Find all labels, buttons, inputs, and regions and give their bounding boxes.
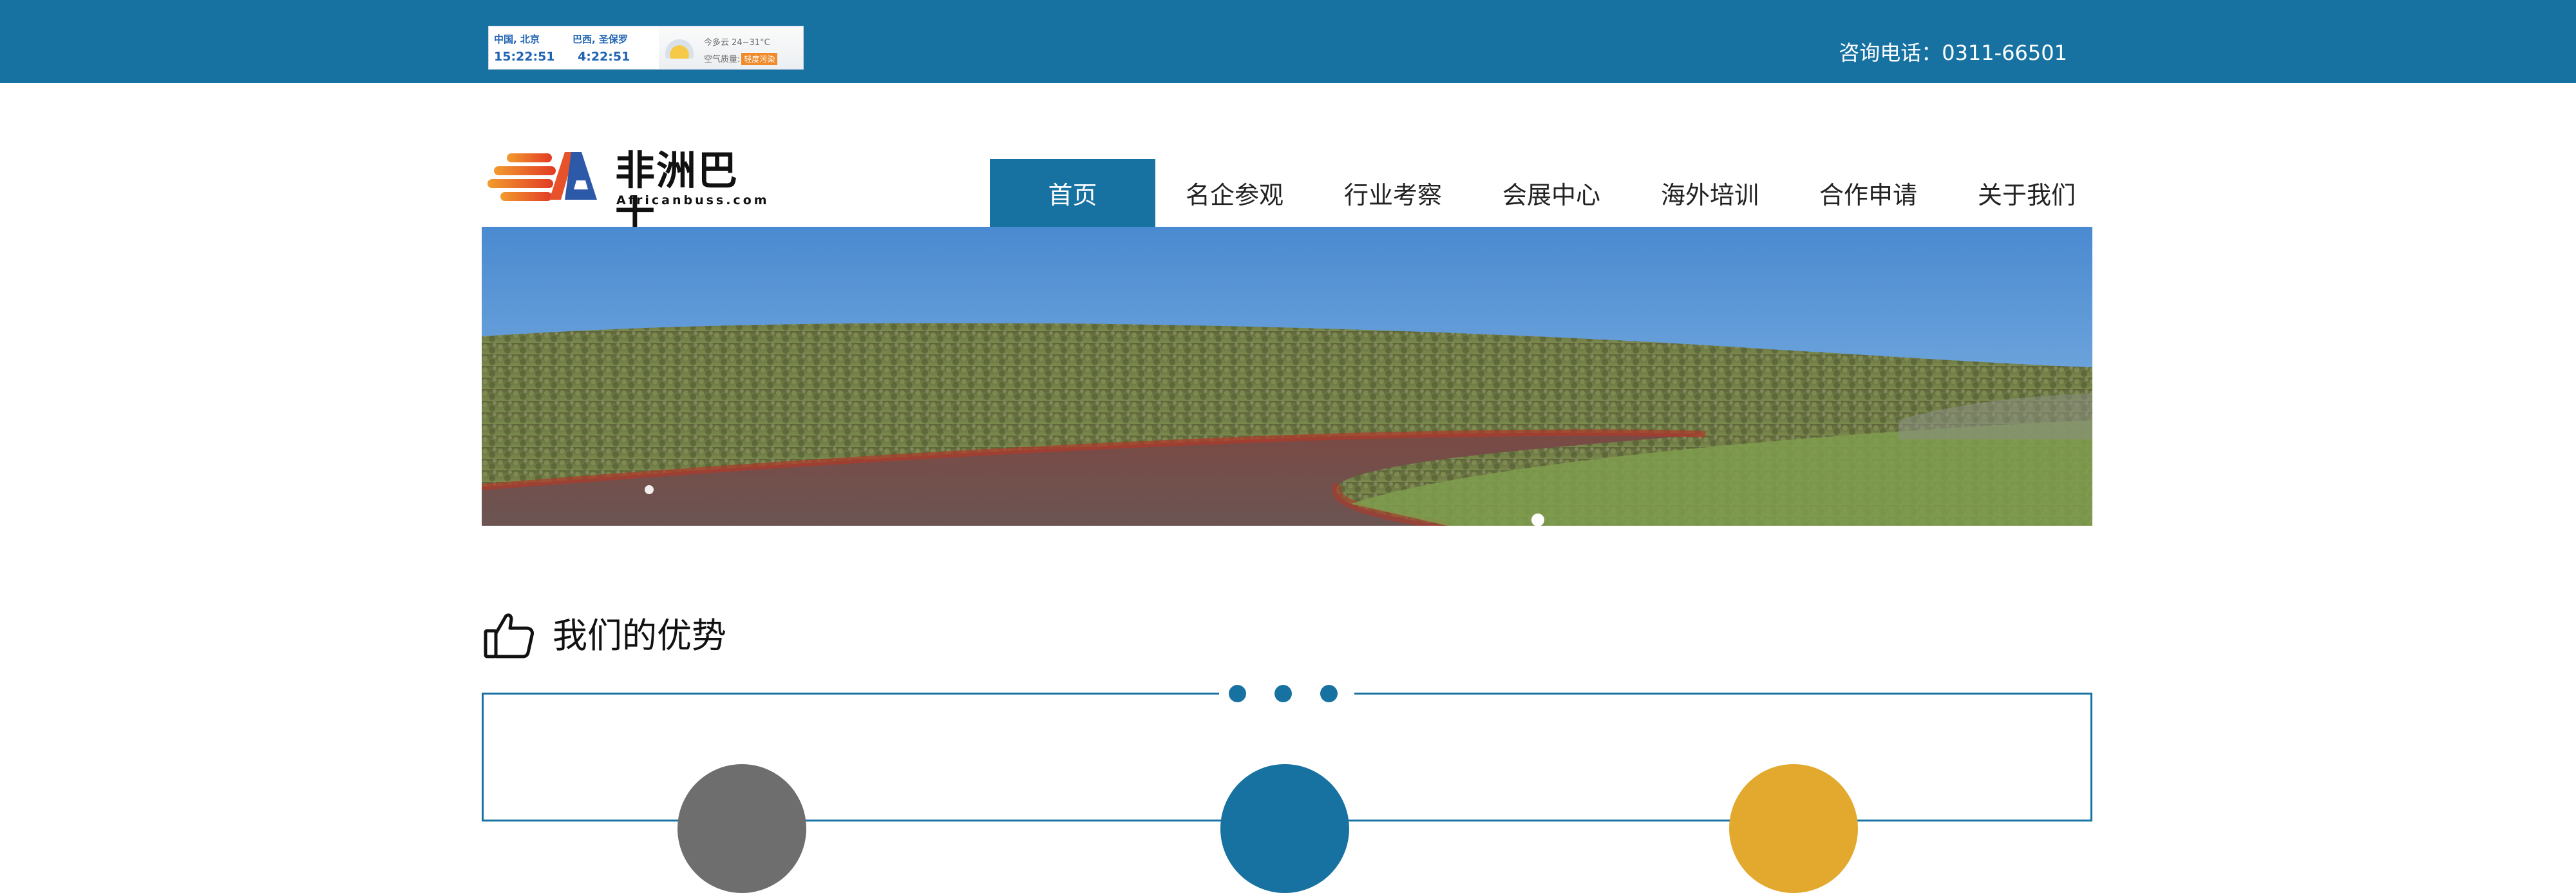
nav-exhibition-center[interactable]: 会展中心 [1472, 159, 1631, 227]
weather-widget[interactable]: 今多云 24~31°C 空气质量: 轻度污染 [659, 26, 803, 69]
clock-time: 4:22:51 [578, 50, 630, 64]
logo-domain: Africanbuss.com [616, 193, 770, 207]
site-logo[interactable]: 非洲巴士 Africanbuss.com [488, 148, 767, 238]
logo-bus-mark-icon [549, 152, 597, 200]
clock-city: 巴西, 圣保罗 [573, 34, 628, 45]
top-bar: 中国, 北京 15:22:51 巴西, 圣保罗 4:22:51 今多云 24~3… [0, 0, 2576, 83]
nav-about-us[interactable]: 关于我们 [1947, 159, 2106, 227]
decorative-dot [1274, 685, 1292, 702]
clock-time: 15:22:51 [494, 50, 555, 64]
consult-hotline: 咨询电话：0311-66501 [1839, 41, 2067, 65]
partly-cloudy-icon [665, 39, 694, 59]
decorative-dot [1320, 685, 1338, 702]
clock-beijing: 中国, 北京 15:22:51 [494, 33, 570, 65]
section-title: 我们的优势 [553, 615, 726, 656]
advantage-icon-circle-gold [1729, 764, 1858, 893]
thumbs-up-icon [484, 613, 534, 658]
advantage-icon-circle-gray [677, 764, 806, 893]
air-quality: 空气质量: 轻度污染 [704, 52, 778, 65]
advantage-icon-circle-blue [1220, 764, 1349, 893]
nav-company-visits[interactable]: 名企参观 [1155, 159, 1314, 227]
weather-forecast: 今多云 24~31°C [704, 38, 770, 48]
nav-cooperation-apply[interactable]: 合作申请 [1789, 159, 1947, 227]
nav-home[interactable]: 首页 [990, 159, 1155, 227]
nav-overseas-training[interactable]: 海外培训 [1631, 159, 1789, 227]
nav-industry-inspection[interactable]: 行业考察 [1314, 159, 1472, 227]
air-quality-badge: 轻度污染 [741, 53, 778, 65]
air-quality-label: 空气质量: [704, 55, 741, 64]
decorative-dot [1229, 685, 1246, 702]
clock-city: 中国, 北京 [494, 34, 540, 45]
hero-banner-image [482, 227, 2092, 526]
main-nav: 首页 名企参观 行业考察 会展中心 海外培训 合作申请 关于我们 [990, 159, 2106, 227]
clock-sao-paulo: 巴西, 圣保罗 4:22:51 [573, 33, 649, 65]
world-clock-weather-widget: 中国, 北京 15:22:51 巴西, 圣保罗 4:22:51 今多云 24~3… [488, 26, 804, 70]
